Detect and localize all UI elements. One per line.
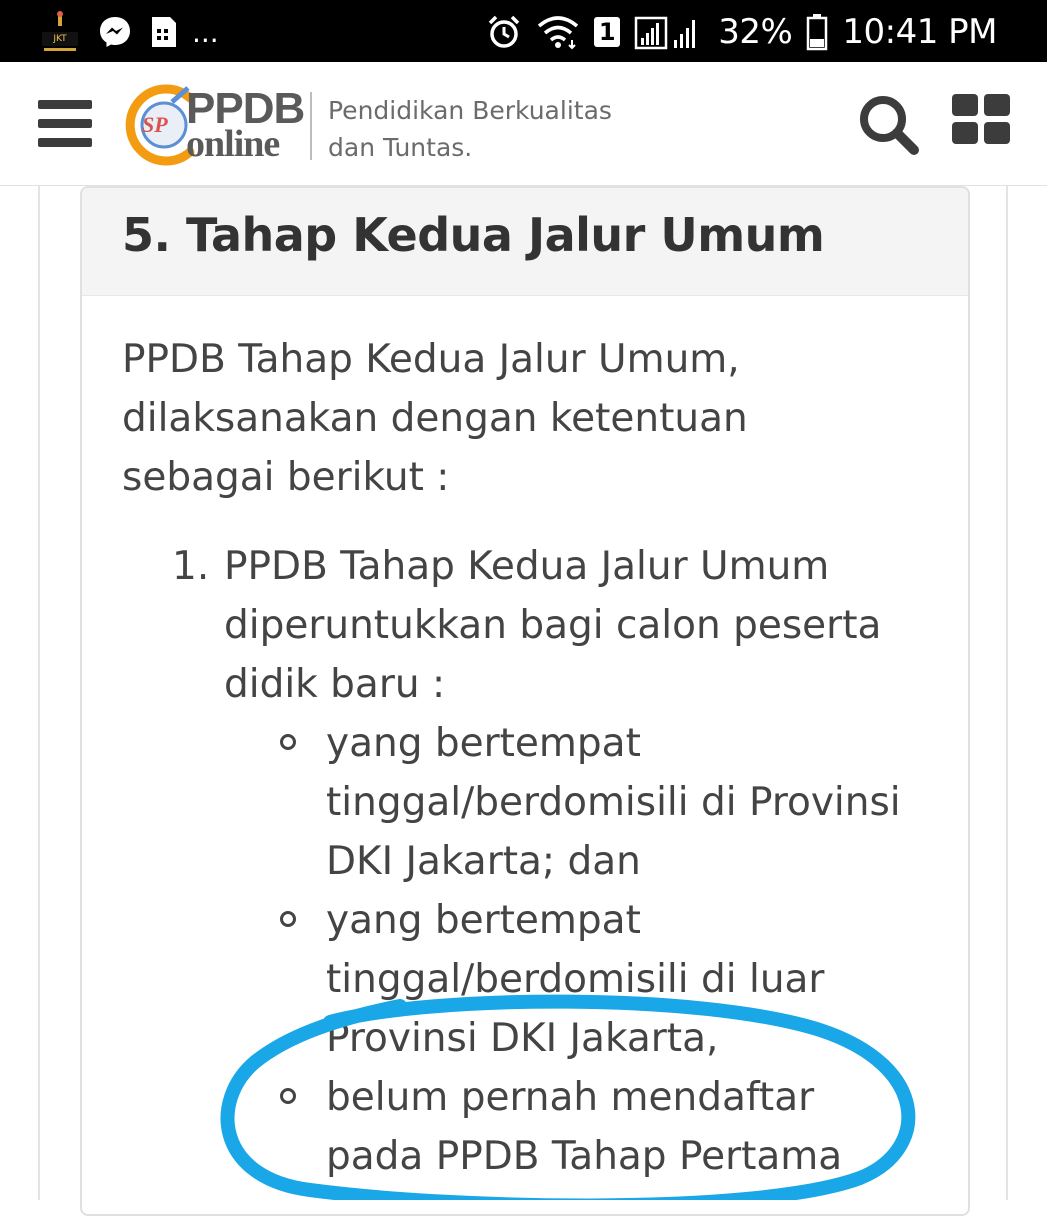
circle-bullet-icon (280, 1088, 296, 1104)
card-body: PPDB Tahap Kedua Jalur Umum, dilaksanaka… (82, 296, 968, 1186)
sub-list: yang bertempat tinggal/berdomisili di Pr… (224, 714, 938, 1186)
sub-list-item: yang bertempat tinggal/berdomisili di lu… (224, 891, 904, 1068)
site-tagline: Pendidikan Berkualitas dan Tuntas. (328, 92, 612, 166)
logo-divider (310, 92, 312, 160)
tagline-line-2: dan Tuntas. (328, 133, 473, 162)
hamburger-menu-icon[interactable] (38, 100, 92, 148)
sub-list-item-text: belum pernah mendaftar pada PPDB Tahap P… (326, 1075, 843, 1179)
logo-badge-text: SP (142, 112, 168, 137)
page-rail-left (38, 186, 40, 1200)
circle-bullet-icon (280, 734, 296, 750)
app-logo-icon: JKT (42, 11, 78, 51)
list-item-text: PPDB Tahap Kedua Jalur Umum diperuntukka… (224, 544, 882, 707)
signal-icon (635, 16, 696, 50)
site-header: SP PPDB online Pendidikan Berkualitas da… (0, 62, 1047, 186)
battery-icon (807, 14, 828, 51)
battery-percentage: 32% (718, 12, 793, 52)
sub-list-item: belum pernah mendaftar pada PPDB Tahap P… (224, 1068, 904, 1186)
sim-slot-badge: 1 (594, 17, 621, 47)
card-header: 5. Tahap Kedua Jalur Umum (82, 188, 968, 296)
sub-list-item: yang bertempat tinggal/berdomisili di Pr… (224, 714, 904, 891)
alarm-icon (489, 15, 520, 48)
list-item: 1. PPDB Tahap Kedua Jalur Umum diperuntu… (122, 537, 938, 1186)
grid-menu-icon[interactable] (952, 94, 1012, 146)
search-icon[interactable] (858, 94, 920, 156)
page-rail-right (1006, 186, 1008, 1200)
status-bar-left: JKT ... (40, 10, 219, 54)
section-intro: PPDB Tahap Kedua Jalur Umum, dilaksanaka… (122, 337, 748, 500)
ordered-list: 1. PPDB Tahap Kedua Jalur Umum diperuntu… (122, 537, 938, 1186)
section-title: 5. Tahap Kedua Jalur Umum (122, 208, 825, 262)
svg-text:JKT: JKT (52, 34, 67, 44)
sub-list-item-text: yang bertempat tinggal/berdomisili di Pr… (326, 721, 901, 884)
messenger-icon (100, 17, 130, 47)
logo-online-text: online (186, 123, 280, 165)
content-card: 5. Tahap Kedua Jalur Umum PPDB Tahap Ked… (80, 186, 970, 1216)
sim-card-icon (152, 17, 176, 47)
circle-bullet-icon (280, 911, 296, 927)
status-bar: JKT ... 1 32% 10:41 PM (0, 0, 1047, 62)
tagline-line-1: Pendidikan Berkualitas (328, 96, 612, 125)
sub-list-item-text: yang bertempat tinggal/berdomisili di lu… (326, 898, 825, 1061)
clock-time: 10:41 PM (842, 12, 997, 52)
notification-overflow-dots: ... (192, 15, 219, 49)
ppdb-online-logo[interactable]: SP PPDB online (124, 78, 305, 172)
status-bar-right: 1 32% 10:41 PM (486, 8, 997, 56)
list-item-number: 1. (172, 544, 210, 589)
wifi-icon (538, 16, 579, 50)
